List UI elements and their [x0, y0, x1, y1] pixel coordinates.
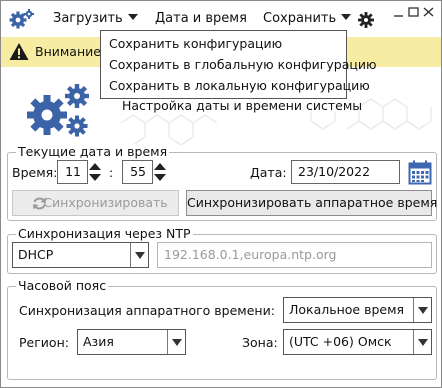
menu-item-save-global-config[interactable]: Сохранить в глобальную конфигурацию: [109, 54, 377, 75]
minimize-icon[interactable]: [391, 5, 407, 19]
chevron-down-icon: [341, 14, 352, 20]
zone-value: (UTC +06) Омск: [289, 334, 392, 349]
date-label: Дата:: [250, 165, 287, 180]
menu-item-save-config[interactable]: Сохранить конфигурацию: [109, 33, 282, 54]
hardware-sync-label: Синхронизация аппаратного времени:: [19, 303, 275, 318]
sync-button[interactable]: Синхронизировать: [12, 190, 179, 216]
save-menu-label: Сохранить: [263, 11, 337, 26]
hours-spinner[interactable]: [88, 161, 102, 183]
region-label: Регион:: [19, 335, 69, 350]
ntp-mode-value: DHCP: [18, 247, 54, 262]
sync-button-label: Синхронизировать: [43, 195, 168, 210]
settings-gear-icon[interactable]: [358, 12, 374, 28]
ntp-servers-input[interactable]: 192.168.0.1,europa.ntp.org: [157, 242, 432, 268]
settings-gears-icon: [27, 84, 89, 137]
calendar-icon[interactable]: [408, 160, 432, 185]
ntp-legend: Синхронизация через NTP: [16, 226, 193, 242]
load-menu-label: Загрузить: [53, 11, 123, 26]
menu-item-save-local-config[interactable]: Сохранить в локальную конфигурацию: [109, 75, 370, 96]
minutes-spinner[interactable]: [153, 161, 167, 183]
zone-select[interactable]: (UTC +06) Омск: [283, 329, 432, 355]
warning-icon: [9, 43, 29, 60]
hardware-sync-select[interactable]: Локальное время: [283, 297, 432, 323]
hours-input[interactable]: 11: [57, 160, 88, 184]
chevron-down-icon: [127, 14, 138, 20]
zone-label: Зона:: [242, 335, 278, 350]
time-label: Время:: [12, 165, 58, 180]
timezone-legend: Часовой пояс: [16, 278, 109, 294]
save-dropdown-menu: Сохранить конфигурацию Сохранить в глоба…: [100, 30, 377, 99]
chevron-down-icon: [413, 330, 431, 354]
date-input[interactable]: 23/10/2022: [291, 160, 400, 184]
page-title: Настройка даты и времени системы: [122, 98, 363, 113]
chevron-down-icon: [413, 298, 431, 322]
ntp-mode-select[interactable]: DHCP: [12, 242, 149, 268]
region-select[interactable]: Азия: [77, 329, 186, 355]
region-value: Азия: [83, 334, 114, 349]
app-window: Загрузить Дата и время Сохранить Внимани…: [0, 0, 442, 388]
sync-hardware-time-button[interactable]: Синхронизировать аппаратное время: [186, 190, 437, 216]
refresh-icon: [33, 197, 46, 210]
chevron-down-icon: [130, 243, 148, 267]
hardware-sync-value: Локальное время: [289, 302, 405, 317]
app-gears-icon: [9, 9, 34, 29]
current-datetime-legend: Текущие дата и время: [16, 144, 170, 160]
datetime-tab-label: Дата и время: [155, 11, 247, 26]
minutes-input[interactable]: 55: [122, 160, 153, 184]
warning-text: Внимание!: [35, 44, 106, 59]
maximize-icon[interactable]: [406, 5, 422, 19]
time-separator: :: [109, 165, 114, 180]
chevron-down-icon: [167, 330, 185, 354]
close-icon[interactable]: [421, 5, 437, 19]
